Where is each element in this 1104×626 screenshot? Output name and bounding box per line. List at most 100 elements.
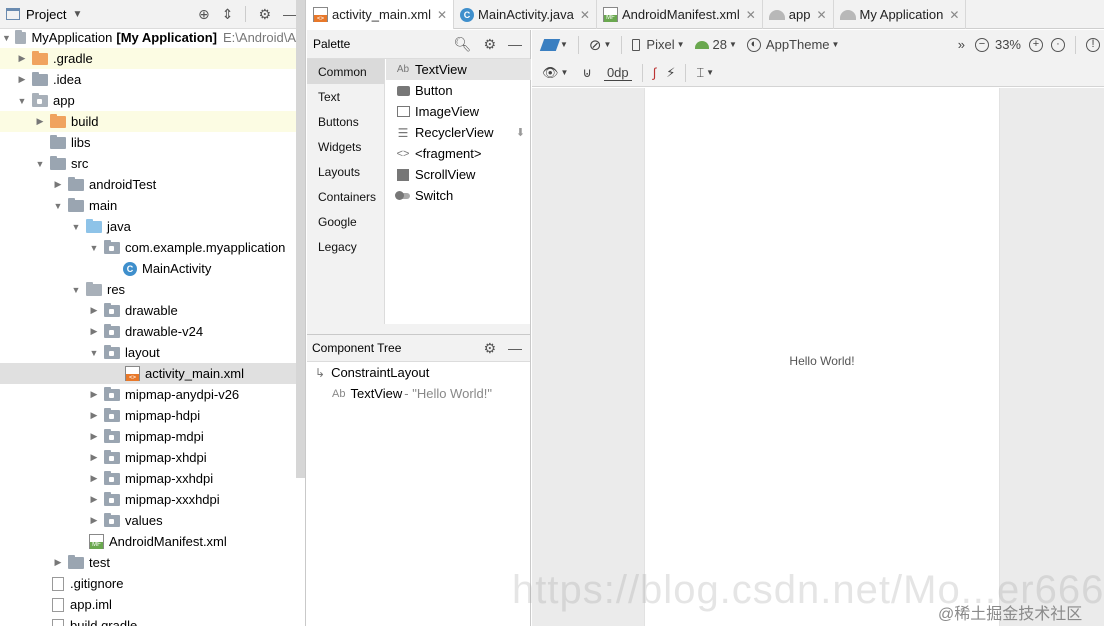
- component-root[interactable]: ↳ ConstraintLayout: [307, 362, 530, 383]
- tree-item-mipmap-xxxhdpi[interactable]: ▶ mipmap-xxxhdpi: [0, 489, 296, 510]
- palette-category-text[interactable]: Text: [307, 84, 384, 109]
- chevron-right-icon[interactable]: ▶: [88, 431, 100, 442]
- chevron-down-icon[interactable]: ▼: [70, 285, 82, 295]
- palette-item-scrollview[interactable]: ScrollView: [386, 164, 531, 185]
- api-selector[interactable]: 28 ▼: [694, 37, 737, 52]
- chevron-right-icon[interactable]: ▶: [88, 326, 100, 337]
- chevron-down-icon[interactable]: ▼: [88, 243, 100, 253]
- tab-app[interactable]: app ✕: [763, 0, 834, 29]
- tree-item-values[interactable]: ▶ values: [0, 510, 296, 531]
- chevron-right-icon[interactable]: ▶: [52, 557, 64, 568]
- project-view-selector[interactable]: Project: [26, 7, 66, 22]
- palette-category-legacy[interactable]: Legacy: [307, 234, 384, 259]
- tree-item-main[interactable]: ▼ main: [0, 195, 296, 216]
- chevron-down-icon[interactable]: ▼: [72, 9, 82, 20]
- tree-item-mipmap-mdpi[interactable]: ▶ mipmap-mdpi: [0, 426, 296, 447]
- chevron-right-icon[interactable]: ▶: [88, 515, 100, 526]
- tree-item-package[interactable]: ▼ com.example.myapplication: [0, 237, 296, 258]
- tab-mainactivity-java[interactable]: C MainActivity.java ✕: [454, 0, 597, 29]
- autoconnect-toggle[interactable]: ⊍: [582, 65, 592, 81]
- palette-item-switch[interactable]: Switch: [386, 185, 531, 206]
- close-icon[interactable]: ✕: [580, 8, 590, 22]
- chevron-right-icon[interactable]: ▶: [88, 452, 100, 463]
- tree-item-idea[interactable]: ▶ .idea: [0, 69, 296, 90]
- chevron-down-icon[interactable]: ▼: [2, 33, 11, 43]
- close-icon[interactable]: ✕: [949, 8, 959, 22]
- palette-item-imageview[interactable]: ImageView: [386, 101, 531, 122]
- tree-item-androidtest[interactable]: ▶ androidTest: [0, 174, 296, 195]
- gear-icon[interactable]: ⚙: [483, 36, 496, 53]
- chevron-right-icon[interactable]: ▶: [88, 473, 100, 484]
- tab-activity-main-xml[interactable]: activity_main.xml ✕: [307, 0, 455, 29]
- hello-world-textview[interactable]: Hello World!: [645, 354, 999, 368]
- chevron-down-icon[interactable]: ▼: [52, 201, 64, 211]
- panel-splitter[interactable]: [307, 324, 531, 334]
- infer-constraints-button[interactable]: ⚡︎: [666, 65, 675, 81]
- design-surface-selector[interactable]: ▼: [539, 38, 568, 51]
- chevron-right-icon[interactable]: ▶: [16, 74, 28, 85]
- locate-icon[interactable]: ⊕: [198, 6, 210, 23]
- tree-item-mainactivity[interactable]: C MainActivity: [0, 258, 296, 279]
- palette-category-layouts[interactable]: Layouts: [307, 159, 384, 184]
- tree-item-gradle[interactable]: ▶ .gradle: [0, 48, 296, 69]
- chevron-down-icon[interactable]: ▼: [70, 222, 82, 232]
- default-margin-field[interactable]: 0dp: [603, 65, 632, 81]
- project-scrollbar[interactable]: [296, 0, 305, 478]
- palette-category-buttons[interactable]: Buttons: [307, 109, 384, 134]
- theme-selector[interactable]: ◐ AppTheme ▼: [746, 37, 839, 52]
- chevron-down-icon[interactable]: ▼: [34, 159, 46, 169]
- overflow-icon[interactable]: »: [958, 37, 965, 52]
- minimize-icon[interactable]: —: [508, 340, 522, 357]
- device-selector[interactable]: Pixel ▼: [632, 37, 685, 52]
- tree-item-libs[interactable]: libs: [0, 132, 296, 153]
- collapse-all-icon[interactable]: ⇕: [222, 6, 234, 23]
- guidelines-button[interactable]: ⌶ ▼: [696, 65, 714, 81]
- device-preview[interactable]: Hello World!: [644, 88, 1000, 626]
- chevron-down-icon[interactable]: ▼: [88, 348, 100, 358]
- chevron-right-icon[interactable]: ▶: [52, 179, 64, 190]
- clear-constraints-button[interactable]: ∫: [653, 65, 657, 80]
- chevron-right-icon[interactable]: ▶: [88, 494, 100, 505]
- zoom-in-button[interactable]: +: [1029, 37, 1043, 52]
- tree-item-myapplication[interactable]: ▼ MyApplication [My Application] E:\Andr…: [0, 27, 296, 48]
- tree-item-app[interactable]: ▼ app: [0, 90, 296, 111]
- tree-item-src[interactable]: ▼ src: [0, 153, 296, 174]
- tree-item-androidmanifest[interactable]: AndroidManifest.xml: [0, 531, 296, 552]
- palette-category-google[interactable]: Google: [307, 209, 384, 234]
- tree-item-mipmap-anydpi-v26[interactable]: ▶ mipmap-anydpi-v26: [0, 384, 296, 405]
- close-icon[interactable]: ✕: [437, 8, 447, 22]
- search-icon[interactable]: 🔍︎: [454, 36, 472, 53]
- minimize-icon[interactable]: —: [508, 36, 522, 53]
- tree-item-build-gradle[interactable]: build.gradle: [0, 615, 296, 626]
- tab-androidmanifest[interactable]: AndroidManifest.xml ✕: [597, 0, 763, 29]
- tree-item-layout[interactable]: ▼ layout: [0, 342, 296, 363]
- warnings-button[interactable]: !: [1086, 37, 1100, 52]
- palette-category-widgets[interactable]: Widgets: [307, 134, 384, 159]
- tree-item-activity-main-xml[interactable]: activity_main.xml: [0, 363, 296, 384]
- chevron-right-icon[interactable]: ▶: [88, 389, 100, 400]
- tree-item-drawable-v24[interactable]: ▶ drawable-v24: [0, 321, 296, 342]
- palette-item-recyclerview[interactable]: ☰ RecyclerView ⬇: [386, 122, 531, 143]
- tree-item-gitignore[interactable]: .gitignore: [0, 573, 296, 594]
- chevron-down-icon[interactable]: ▼: [16, 96, 28, 106]
- palette-item-fragment[interactable]: <> <fragment>: [386, 143, 531, 164]
- download-icon[interactable]: ⬇: [516, 126, 525, 139]
- gear-icon[interactable]: ⚙: [483, 340, 496, 357]
- tree-item-res[interactable]: ▼ res: [0, 279, 296, 300]
- palette-category-containers[interactable]: Containers: [307, 184, 384, 209]
- tree-item-drawable[interactable]: ▶ drawable: [0, 300, 296, 321]
- palette-category-common[interactable]: Common: [307, 59, 384, 84]
- tab-my-application[interactable]: My Application ✕: [834, 0, 967, 29]
- tree-item-mipmap-hdpi[interactable]: ▶ mipmap-hdpi: [0, 405, 296, 426]
- tree-item-build[interactable]: ▶ build: [0, 111, 296, 132]
- chevron-right-icon[interactable]: ▶: [16, 53, 28, 64]
- design-canvas[interactable]: Hello World!: [532, 88, 1104, 626]
- close-icon[interactable]: ✕: [746, 8, 756, 22]
- chevron-right-icon[interactable]: ▶: [88, 410, 100, 421]
- chevron-right-icon[interactable]: ▶: [34, 116, 46, 127]
- gear-icon[interactable]: ⚙: [258, 6, 271, 23]
- minimize-icon[interactable]: —: [283, 6, 297, 22]
- tree-item-mipmap-xxhdpi[interactable]: ▶ mipmap-xxhdpi: [0, 468, 296, 489]
- close-icon[interactable]: ✕: [816, 8, 826, 22]
- tree-item-java[interactable]: ▼ java: [0, 216, 296, 237]
